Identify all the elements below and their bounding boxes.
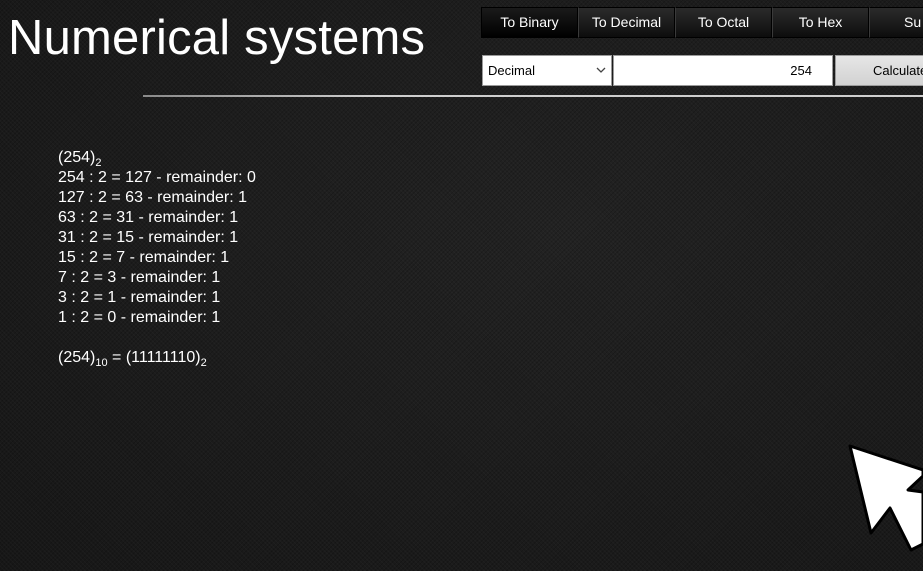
tab-to-hex[interactable]: To Hex	[772, 7, 869, 38]
result-to-number: (11111110)	[125, 349, 201, 366]
solution-output: (254)2 254 : 2 = 127 - remainder: 0 127 …	[58, 148, 256, 369]
division-step: 1 : 2 = 0 - remainder: 1	[58, 309, 221, 326]
division-step: 31 : 2 = 15 - remainder: 1	[58, 229, 239, 246]
tab-to-octal[interactable]: To Octal	[675, 7, 772, 38]
mouse-pointer-icon	[848, 444, 923, 552]
number-input[interactable]: 254	[613, 55, 833, 86]
tab-su[interactable]: Su	[869, 7, 923, 38]
base-select[interactable]: Decimal	[482, 55, 612, 86]
conversion-tabs: To Binary To Decimal To Octal To Hex Su	[481, 7, 923, 38]
result-from-base: 10	[95, 357, 108, 369]
chevron-down-icon	[596, 67, 606, 73]
result-equals: =	[107, 349, 126, 366]
base-select-value: Decimal	[488, 63, 535, 78]
result-from-number: (254)	[58, 349, 96, 366]
calculate-button[interactable]: Calculate	[835, 55, 923, 86]
result-to-base: 2	[200, 357, 207, 369]
division-step: 15 : 2 = 7 - remainder: 1	[58, 249, 230, 266]
solution-header-number: (254)	[58, 149, 96, 166]
tab-to-decimal[interactable]: To Decimal	[578, 7, 675, 38]
solution-header: (254)2	[58, 148, 256, 169]
page-title: Numerical systems	[8, 11, 426, 65]
solution-result: (254)10 = (11111110)2	[58, 348, 256, 369]
division-step: 127 : 2 = 63 - remainder: 1	[58, 189, 247, 206]
header-divider	[143, 95, 923, 97]
tab-to-binary[interactable]: To Binary	[481, 7, 578, 38]
division-step: 63 : 2 = 31 - remainder: 1	[58, 209, 239, 226]
division-step: 3 : 2 = 1 - remainder: 1	[58, 289, 221, 306]
division-step: 254 : 2 = 127 - remainder: 0	[58, 169, 256, 186]
division-step: 7 : 2 = 3 - remainder: 1	[58, 269, 221, 286]
